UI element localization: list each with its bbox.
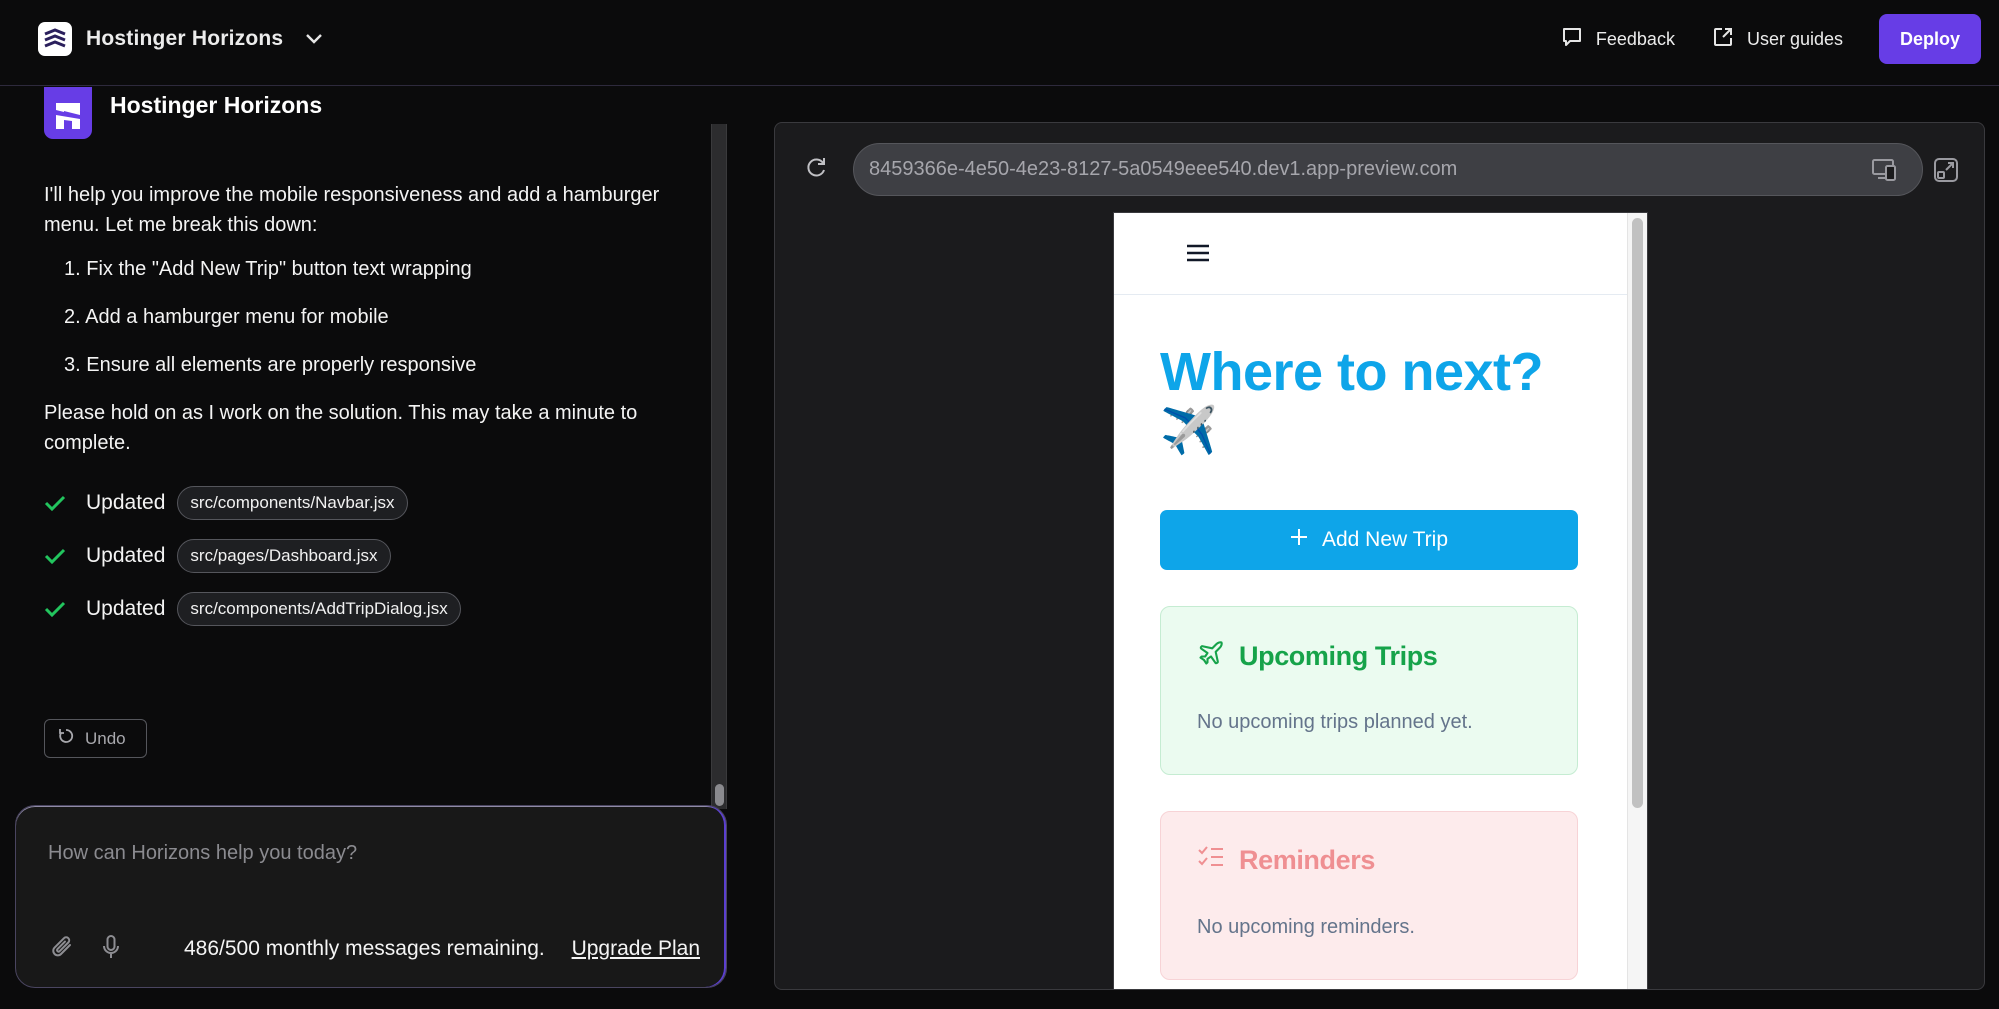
card-title: Upcoming Trips: [1239, 641, 1438, 671]
update-label: Updated: [86, 597, 166, 620]
file-chip[interactable]: src/pages/Dashboard.jsx: [177, 539, 391, 573]
assistant-message: I'll help you improve the mobile respons…: [44, 180, 674, 458]
hostinger-logo-icon: [44, 87, 92, 139]
card-title: Reminders: [1239, 845, 1375, 875]
external-link-icon: [1711, 25, 1735, 54]
responsive-devices-icon[interactable]: [1871, 157, 1899, 188]
assistant-name: Hostinger Horizons: [110, 91, 323, 118]
user-guides-label: User guides: [1746, 28, 1843, 49]
card-body: No upcoming reminders.: [1197, 916, 1415, 938]
attachment-icon[interactable]: [50, 933, 76, 961]
undo-label: Undo: [85, 728, 126, 748]
plus-icon: [1290, 528, 1308, 552]
card-body: No upcoming trips planned yet.: [1197, 711, 1473, 733]
user-guides-link[interactable]: User guides: [1711, 14, 1843, 64]
upcoming-trips-card: Upcoming Trips No upcoming trips planned…: [1160, 606, 1578, 775]
message-composer: 486/500 monthly messages remaining. Upgr…: [15, 805, 727, 988]
chat-messages: Hostinger Horizons I'll help you improve…: [0, 87, 712, 807]
add-new-trip-label: Add New Trip: [1321, 528, 1449, 551]
microphone-icon[interactable]: [102, 934, 120, 960]
open-in-new-window-icon[interactable]: [1933, 157, 1959, 188]
chat-scrollbar[interactable]: [711, 124, 727, 809]
check-icon: [44, 494, 70, 512]
list-checks-icon: [1197, 844, 1225, 877]
message-quota: 486/500 monthly messages remaining.: [184, 937, 545, 960]
assistant-header: Hostinger Horizons: [44, 87, 322, 139]
deploy-button[interactable]: Deploy: [1879, 14, 1981, 64]
feedback-link[interactable]: Feedback: [1560, 14, 1675, 64]
chevron-down-icon: [305, 33, 323, 45]
update-row: Updated src/components/AddTripDialog.jsx: [44, 592, 461, 626]
preview-scrollbar[interactable]: [1627, 213, 1647, 989]
reminders-card: Reminders No upcoming reminders.: [1160, 811, 1578, 980]
update-row: Updated src/pages/Dashboard.jsx: [44, 539, 461, 573]
check-icon: [44, 547, 70, 565]
refresh-icon[interactable]: [803, 155, 829, 186]
hero-title: Where to next?: [1160, 342, 1544, 402]
update-row: Updated src/components/Navbar.jsx: [44, 486, 461, 520]
feedback-label: Feedback: [1595, 28, 1675, 49]
app-navbar: [1114, 213, 1629, 295]
chat-panel: Hostinger Horizons I'll help you improve…: [0, 87, 740, 1009]
mobile-preview-frame: Where to next? ✈️ Add New Trip Upcoming …: [1113, 212, 1648, 989]
step-item: 2. Add a hamburger menu for mobile: [64, 306, 389, 328]
check-icon: [44, 600, 70, 618]
upgrade-plan-link[interactable]: Upgrade Plan: [572, 937, 700, 961]
file-updates: Updated src/components/Navbar.jsx Update…: [44, 486, 461, 645]
message-outro: Please hold on as I work on the solution…: [44, 402, 638, 454]
hamburger-menu-icon[interactable]: [1186, 243, 1210, 268]
preview-scrollbar-thumb[interactable]: [1632, 218, 1643, 808]
workspace-switcher[interactable]: Hostinger Horizons: [38, 22, 323, 56]
app-name: Hostinger Horizons: [86, 27, 284, 50]
file-chip[interactable]: src/components/AddTripDialog.jsx: [177, 592, 461, 626]
prompt-input[interactable]: [48, 842, 688, 865]
preview-url-bar[interactable]: 8459366e-4e50-4e23-8127-5a0549eee540.dev…: [853, 143, 1923, 196]
hero-heading: Where to next? ✈️: [1160, 343, 1600, 459]
undo-button[interactable]: Undo: [44, 719, 147, 758]
steps-list: 1. Fix the "Add New Trip" button text wr…: [64, 254, 674, 380]
top-bar: Hostinger Horizons Feedback User guides …: [0, 0, 1999, 86]
step-item: 1. Fix the "Add New Trip" button text wr…: [64, 258, 472, 280]
update-label: Updated: [86, 491, 166, 514]
step-item: 3. Ensure all elements are properly resp…: [64, 354, 477, 376]
chat-scrollbar-thumb[interactable]: [715, 784, 724, 806]
airplane-emoji-icon: ✈️: [1160, 404, 1217, 456]
preview-panel: 8459366e-4e50-4e23-8127-5a0549eee540.dev…: [774, 122, 1985, 990]
add-new-trip-button[interactable]: Add New Trip: [1160, 510, 1578, 570]
undo-icon: [57, 727, 75, 750]
file-chip[interactable]: src/components/Navbar.jsx: [177, 486, 408, 520]
plane-icon: [1197, 639, 1225, 674]
chat-bubble-icon: [1560, 25, 1584, 54]
message-intro: I'll help you improve the mobile respons…: [44, 184, 660, 236]
update-label: Updated: [86, 544, 166, 567]
horizons-logo-icon: [38, 22, 72, 56]
